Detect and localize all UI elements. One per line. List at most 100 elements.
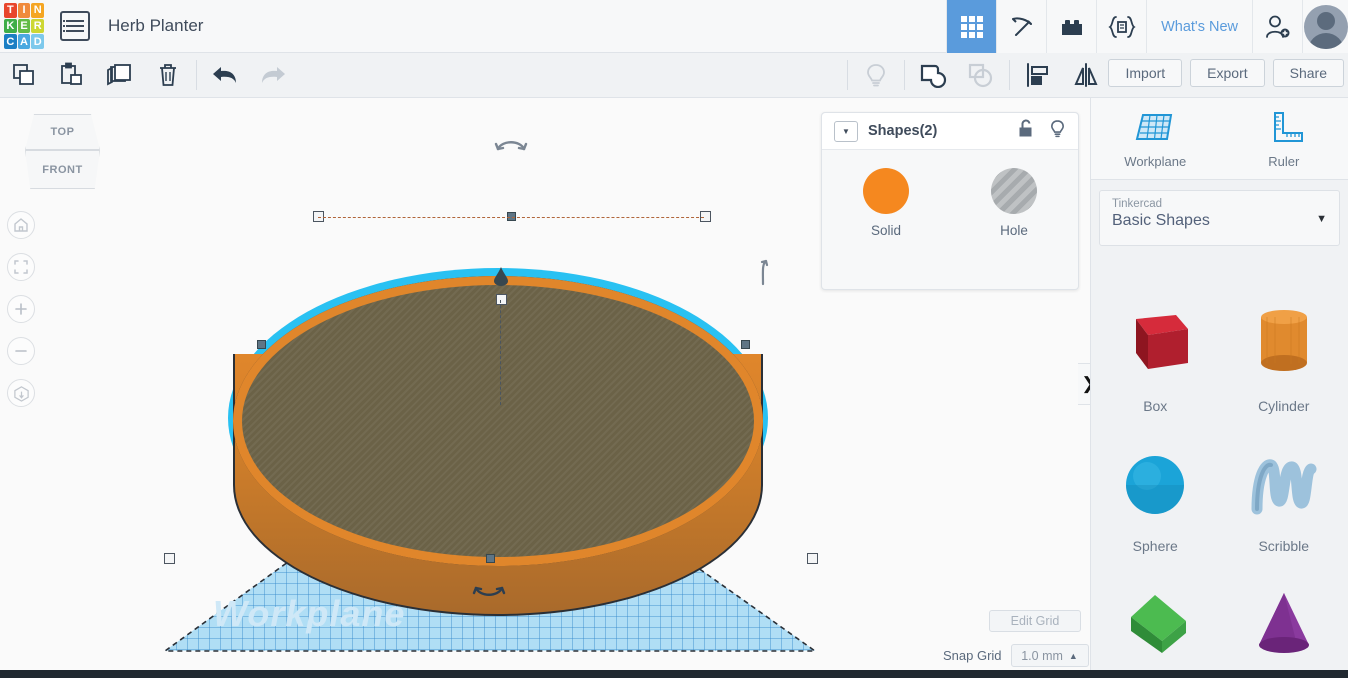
ortho-perspective-icon[interactable] [7, 379, 35, 407]
logo-letter: N [31, 3, 44, 18]
import-button[interactable]: Import [1108, 59, 1183, 87]
shapes-panel-title: Shapes(2) [868, 123, 938, 139]
snap-grid-value: 1.0 mm [1021, 648, 1063, 663]
logo-letter: C [4, 34, 17, 49]
solid-option[interactable]: Solid [822, 168, 950, 238]
zoom-out-icon[interactable] [7, 337, 35, 365]
paste-icon[interactable] [48, 53, 96, 97]
group-icon[interactable] [909, 53, 957, 97]
fit-view-icon[interactable] [7, 253, 35, 281]
hole-option[interactable]: Hole [950, 168, 1078, 238]
solid-label: Solid [870, 223, 902, 238]
shapes-sidebar: Workplane Ruler Tinkercad Basic Shapes ▼ [1090, 98, 1348, 678]
library-group-label: Tinkercad [1112, 198, 1163, 210]
lightbulb-icon[interactable] [852, 53, 900, 97]
lego-brick-icon[interactable] [1046, 0, 1097, 53]
roof-art [1114, 578, 1196, 674]
view-cube[interactable]: TOP FRONT [25, 114, 100, 189]
ungroup-icon[interactable] [957, 53, 1005, 97]
sidebar-tools: Workplane Ruler [1091, 98, 1348, 180]
shapes-inspector-panel[interactable]: ▼ Shapes(2) Solid Hole [821, 112, 1079, 290]
shape-library-select[interactable]: Tinkercad Basic Shapes ▼ [1099, 190, 1340, 246]
avatar-image [1303, 4, 1348, 49]
cylinder-rim [233, 276, 763, 566]
mirror-icon[interactable] [1062, 53, 1110, 97]
copy-icon[interactable] [0, 53, 48, 97]
edit-grid-button[interactable]: Edit Grid [989, 610, 1081, 632]
file-actions: Import Export Share [1108, 59, 1344, 87]
cone-icon [1258, 593, 1309, 653]
shape-sphere[interactable]: Sphere [1091, 432, 1220, 572]
shape-cone[interactable]: Cone [1220, 572, 1348, 676]
whats-new-link[interactable]: What's New [1146, 0, 1252, 53]
zoom-in-icon[interactable] [7, 295, 35, 323]
tinkercad-logo[interactable]: T I N K E R C A D [0, 0, 48, 52]
resize-handle-bm[interactable] [486, 554, 495, 563]
align-icon[interactable] [1014, 53, 1062, 97]
solid-swatch [863, 168, 909, 214]
edit-toolbar: Import Export Share [0, 53, 1348, 98]
top-bar-right: What's New [946, 0, 1348, 53]
shape-row: Box Cylinder [1091, 292, 1348, 432]
export-button[interactable]: Export [1190, 59, 1265, 87]
workplane-icon [1135, 113, 1173, 140]
home-icon[interactable] [7, 211, 35, 239]
scribble-art [1243, 438, 1325, 534]
resize-handle-br[interactable] [807, 553, 818, 564]
height-guide [500, 300, 501, 405]
shape-roof[interactable]: Roof [1091, 572, 1220, 676]
duplicate-icon[interactable] [96, 53, 144, 97]
cylinder-icon [1260, 310, 1307, 371]
rotate-handle-side[interactable] [758, 258, 772, 292]
lightbulb-icon[interactable] [1049, 119, 1066, 144]
height-handle[interactable] [496, 294, 507, 305]
avatar[interactable] [1302, 0, 1348, 53]
chevron-down-icon[interactable]: ▼ [1316, 213, 1327, 225]
logo-letter: A [17, 34, 31, 49]
share-button[interactable]: Share [1272, 59, 1344, 87]
shapes-panel-body: Solid Hole [822, 150, 1078, 238]
shape-box[interactable]: Box [1091, 292, 1220, 432]
code-blocks-icon[interactable] [1096, 0, 1147, 53]
shape-scribble[interactable]: Scribble [1220, 432, 1348, 572]
resize-handle-bl[interactable] [164, 553, 175, 564]
shape-row: Roof Cone [1091, 572, 1348, 676]
logo-letter: I [17, 3, 31, 18]
grid-glyph [960, 15, 983, 38]
list-icon[interactable] [60, 11, 90, 41]
shape-row: Sphere Scribble [1091, 432, 1348, 572]
rotate-handle-top[interactable] [494, 136, 528, 160]
workplane-tool[interactable]: Workplane [1091, 98, 1220, 179]
redo-icon[interactable] [249, 53, 297, 97]
resize-handle-ml[interactable] [257, 340, 266, 349]
shapes-panel-actions [1018, 119, 1066, 144]
shape-library-grid[interactable]: Box Cylinder Sphere Scribble [1091, 286, 1348, 676]
view-cube-front[interactable]: FRONT [25, 150, 100, 189]
ruler-tool[interactable]: Ruler [1220, 98, 1348, 179]
cone-art [1243, 578, 1325, 674]
unlock-icon[interactable] [1018, 119, 1035, 143]
rotate-handle-bottom[interactable] [472, 583, 506, 607]
codeblocks-pickaxe-icon[interactable] [996, 0, 1047, 53]
design-grid-icon[interactable] [946, 0, 997, 53]
add-person-icon[interactable] [1252, 0, 1302, 53]
sphere-icon [1126, 456, 1185, 514]
scribble-icon [1251, 459, 1317, 515]
toolbar-divider [847, 60, 848, 90]
dimension-guide-top [318, 217, 704, 218]
top-bar: T I N K E R C A D Herb Planter What's Ne… [0, 0, 1348, 53]
snap-grid-label: Snap Grid [943, 648, 1002, 663]
shape-sphere-label: Sphere [1132, 538, 1178, 554]
resize-handle-mr[interactable] [741, 340, 750, 349]
view-cube-top[interactable]: TOP [25, 114, 100, 150]
shape-cylinder[interactable]: Cylinder [1220, 292, 1348, 432]
height-cone-marker[interactable] [492, 266, 510, 286]
chevron-down-icon[interactable]: ▼ [834, 120, 858, 142]
undo-icon[interactable] [201, 53, 249, 97]
snap-grid-select[interactable]: 1.0 mm ▲ [1010, 644, 1089, 667]
logo-letter: D [31, 34, 44, 49]
toolbar-divider [1009, 60, 1010, 90]
delete-icon[interactable] [144, 53, 192, 97]
sphere-art [1114, 438, 1196, 534]
toolbar-divider [196, 60, 197, 90]
